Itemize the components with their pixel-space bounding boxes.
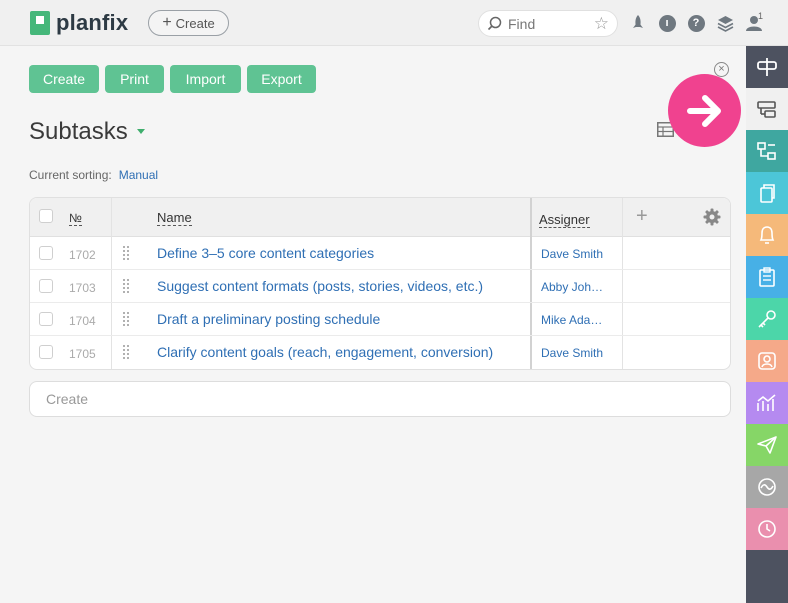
action-toolbar: Create Print Import Export <box>29 65 322 93</box>
column-number[interactable]: № <box>69 211 82 226</box>
task-name-link[interactable]: Clarify content goals (reach, engagement… <box>157 344 493 360</box>
table-row[interactable]: 1705 Clarify content goals (reach, engag… <box>30 336 730 369</box>
help-icon[interactable]: ? <box>684 11 708 35</box>
search-icon <box>487 16 502 31</box>
column-assigner[interactable]: Assigner <box>539 212 590 228</box>
row-number: 1705 <box>69 347 96 361</box>
assigner-link[interactable]: Abby Joh… <box>541 280 619 294</box>
page-title[interactable]: Subtasks <box>29 118 128 146</box>
sidebar-item-time[interactable] <box>746 508 788 550</box>
sorting-info: Current sorting: Manual <box>29 168 158 182</box>
table-row[interactable]: 1703 Suggest content formats (posts, sto… <box>30 270 730 303</box>
drag-handle-icon[interactable] <box>123 345 130 359</box>
table-header: № Name Assigner + <box>30 198 730 237</box>
add-column-icon[interactable]: + <box>636 205 648 228</box>
top-create-button[interactable]: + Create <box>148 10 229 36</box>
task-name-link[interactable]: Draft a preliminary posting schedule <box>157 311 380 327</box>
select-all-checkbox[interactable] <box>39 209 53 223</box>
timer-icon[interactable]: ı <box>655 11 679 35</box>
create-subtask-input[interactable] <box>46 391 646 407</box>
print-button[interactable]: Print <box>105 65 164 93</box>
top-bar: planfix + Create ☆ ı ? 1 <box>0 0 788 46</box>
sorting-label: Current sorting: <box>29 168 112 182</box>
sidebar-item-documents[interactable] <box>746 172 788 214</box>
task-name-link[interactable]: Define 3–5 core content categories <box>157 245 374 261</box>
right-sidebar <box>746 46 788 603</box>
gear-icon[interactable] <box>703 208 721 226</box>
sidebar-item-activity[interactable] <box>746 466 788 508</box>
plus-icon: + <box>162 14 172 31</box>
sorting-value-link[interactable]: Manual <box>119 168 158 182</box>
arrow-right-icon <box>668 74 741 147</box>
table-row[interactable]: 1702 Define 3–5 core content categories … <box>30 237 730 270</box>
send-icon <box>757 436 777 454</box>
checklist-icon <box>759 267 775 287</box>
logo-text: planfix <box>56 10 129 35</box>
sidebar-item-access[interactable] <box>746 298 788 340</box>
star-icon[interactable]: ☆ <box>594 14 609 34</box>
assigner-link[interactable]: Dave Smith <box>541 346 619 360</box>
search-input[interactable] <box>508 15 592 32</box>
title-dropdown-icon[interactable] <box>137 129 145 134</box>
import-button[interactable]: Import <box>170 65 241 93</box>
sidebar-item-reminders[interactable] <box>746 214 788 256</box>
top-icons: ı ? <box>626 11 771 35</box>
bell-icon <box>759 226 775 244</box>
row-checkbox[interactable] <box>39 246 53 260</box>
subtasks-icon <box>757 101 776 118</box>
sidebar-item-contacts[interactable] <box>746 340 788 382</box>
row-checkbox[interactable] <box>39 345 53 359</box>
column-name[interactable]: Name <box>157 210 192 226</box>
close-icon[interactable]: × <box>714 62 729 77</box>
logo-flag-icon <box>30 11 50 35</box>
create-subtask-field[interactable] <box>29 381 731 417</box>
drag-handle-icon[interactable] <box>123 279 130 293</box>
documents-icon <box>760 184 775 203</box>
sidebar-item-subtasks[interactable] <box>746 88 788 130</box>
contact-icon <box>758 352 776 370</box>
sidebar-item-send[interactable] <box>746 424 788 466</box>
key-icon <box>758 310 776 328</box>
sidebar-item-signpost[interactable] <box>746 46 788 88</box>
analytics-icon <box>757 394 776 411</box>
hierarchy-icon <box>757 142 776 160</box>
clock-icon <box>758 520 776 538</box>
top-create-label: Create <box>175 15 215 31</box>
drag-handle-icon[interactable] <box>123 312 130 326</box>
row-checkbox[interactable] <box>39 312 53 326</box>
row-number: 1702 <box>69 248 96 262</box>
layers-icon[interactable] <box>713 11 737 35</box>
row-number: 1703 <box>69 281 96 295</box>
subtasks-table: № Name Assigner + 1702 Define 3–5 core c… <box>29 197 731 370</box>
task-name-link[interactable]: Suggest content formats (posts, stories,… <box>157 278 483 294</box>
row-checkbox[interactable] <box>39 279 53 293</box>
row-number: 1704 <box>69 314 96 328</box>
sidebar-item-hierarchy[interactable] <box>746 130 788 172</box>
wave-icon <box>758 478 776 496</box>
planfix-logo[interactable]: planfix <box>30 10 128 36</box>
search-box[interactable]: ☆ <box>478 10 618 37</box>
drag-handle-icon[interactable] <box>123 246 130 260</box>
sidebar-item-analytics[interactable] <box>746 382 788 424</box>
export-button[interactable]: Export <box>247 65 316 93</box>
notification-count: 1 <box>758 11 764 21</box>
table-row[interactable]: 1704 Draft a preliminary posting schedul… <box>30 303 730 336</box>
rocket-icon[interactable] <box>626 11 650 35</box>
signpost-icon <box>757 58 777 76</box>
assigner-link[interactable]: Mike Ada… <box>541 313 619 327</box>
create-button[interactable]: Create <box>29 65 99 93</box>
sidebar-item-checklist[interactable] <box>746 256 788 298</box>
assigner-link[interactable]: Dave Smith <box>541 247 619 261</box>
